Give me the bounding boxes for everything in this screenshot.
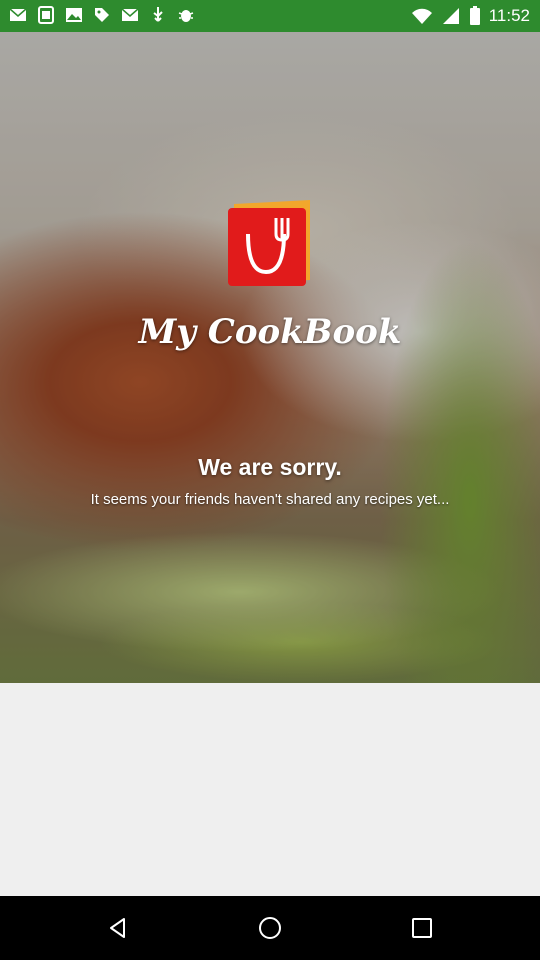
notification-icons	[8, 5, 196, 25]
status-time: 11:52	[488, 6, 530, 25]
recent-apps-icon[interactable]	[410, 916, 434, 940]
empty-state-message: It seems your friends haven't shared any…	[90, 491, 450, 508]
empty-state-title: We are sorry.	[198, 454, 342, 480]
back-icon[interactable]	[106, 916, 130, 940]
usb-icon	[153, 7, 163, 22]
status-bar: 11:52	[0, 0, 540, 32]
bug-icon	[178, 10, 194, 22]
cookbook-logo-icon	[228, 200, 310, 286]
screenshot-icon	[38, 6, 54, 24]
system-status: 11:52	[411, 6, 530, 26]
mail-icon	[121, 8, 139, 21]
image-icon	[66, 8, 82, 22]
home-icon[interactable]	[258, 916, 282, 940]
food-background-image	[0, 32, 540, 683]
battery-icon	[469, 6, 480, 25]
mail-icon	[9, 8, 27, 21]
wifi-icon	[411, 8, 432, 24]
tag-icon	[95, 8, 109, 22]
app-title: My CookBook	[138, 312, 402, 352]
signal-icon	[442, 8, 459, 24]
navigation-bar	[0, 896, 540, 960]
